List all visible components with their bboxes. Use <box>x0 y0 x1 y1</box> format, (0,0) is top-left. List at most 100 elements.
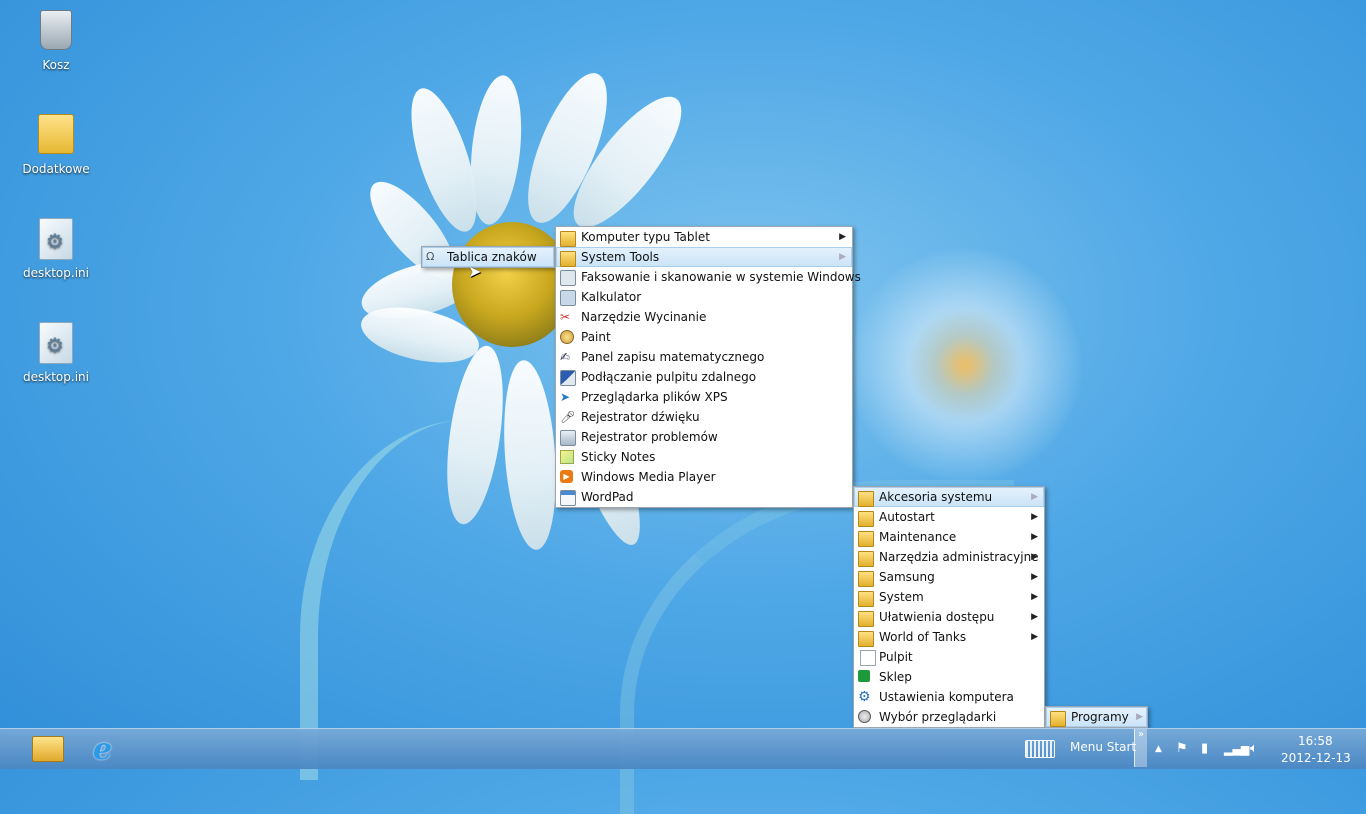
menu-item-label: System Tools <box>581 250 660 264</box>
menu-item-windows-media-player[interactable]: ▶ Windows Media Player <box>556 467 852 487</box>
action-center-flag-icon[interactable]: ⚑ <box>1176 741 1188 756</box>
menu-item-wybor-przegladarki[interactable]: Wybór przeglądarki <box>854 707 1044 727</box>
accessories-menu: Komputer typu Tablet ▶ System Tools ▶ Fa… <box>555 226 861 508</box>
network-signal-icon[interactable]: ▂▄▆ <box>1224 743 1249 756</box>
menu-item-narzedzia-administracyjne[interactable]: Narzędzia administracyjne ▶ <box>854 547 1044 567</box>
menu-item-label: Podłączanie pulpitu zdalnego <box>581 370 757 384</box>
submenu-arrow-icon: ▶ <box>1031 492 1038 502</box>
start-menu-chevron[interactable]: » <box>1134 729 1147 767</box>
start-menu-button[interactable]: Menu Start <box>1062 729 1144 767</box>
steps-recorder-icon <box>560 430 576 446</box>
system-tools-menu: Ω Tablica znaków <box>421 246 555 268</box>
taskbar-file-explorer-button[interactable] <box>18 731 74 767</box>
folder-icon <box>858 531 874 547</box>
programs-menu: Akcesoria systemu ▶ Autostart ▶ Maintena… <box>853 486 1045 728</box>
menu-item-sticky-notes[interactable]: Sticky Notes <box>556 447 852 467</box>
internet-explorer-icon: e <box>93 732 113 767</box>
power-icon[interactable]: ▮ <box>1201 741 1208 756</box>
menu-item-rejestrator-problemow[interactable]: Rejestrator problemów <box>556 427 852 447</box>
menu-item-programy[interactable]: Programy ▶ <box>1046 707 1147 727</box>
submenu-arrow-icon: ▶ <box>1031 572 1038 582</box>
menu-item-panel-zapisu[interactable]: ✍ Panel zapisu matematycznego <box>556 347 852 367</box>
menu-item-komputer-typu-tablet[interactable]: Komputer typu Tablet ▶ <box>556 227 852 247</box>
xps-viewer-icon: ➤ <box>560 390 571 404</box>
calculator-icon <box>560 290 576 306</box>
desktop-icon-label: desktop.ini <box>23 266 89 280</box>
menu-item-system[interactable]: System ▶ <box>854 587 1044 607</box>
desktop-icon-recycle-bin[interactable]: Kosz <box>16 8 96 72</box>
menu-item-faksowanie[interactable]: Faksowanie i skanowanie w systemie Windo… <box>556 267 861 287</box>
menu-item-label: Komputer typu Tablet <box>581 230 710 244</box>
desktop-icon-dodatkowe[interactable]: Dodatkowe <box>16 112 96 176</box>
start-root-menu: Programy ▶ <box>1045 706 1148 728</box>
show-hidden-icons-icon[interactable]: ▲ <box>1155 744 1162 754</box>
menu-item-label: Rejestrator problemów <box>581 430 718 444</box>
menu-item-label: Narzędzie Wycinanie <box>581 310 707 324</box>
menu-item-paint[interactable]: Paint <box>556 327 852 347</box>
menu-item-label: Tablica znaków <box>447 250 537 264</box>
menu-item-sklep[interactable]: Sklep <box>854 667 1044 687</box>
menu-item-wordpad[interactable]: WordPad <box>556 487 852 507</box>
folder-icon <box>858 551 874 567</box>
menu-item-label: Faksowanie i skanowanie w systemie Windo… <box>581 270 861 284</box>
menu-item-label: Pulpit <box>879 650 913 664</box>
menu-item-maintenance[interactable]: Maintenance ▶ <box>854 527 1044 547</box>
menu-item-samsung[interactable]: Samsung ▶ <box>854 567 1044 587</box>
gear-icon: ⚙ <box>858 689 871 705</box>
desktop-icon-desktop-ini[interactable]: desktop.ini <box>16 322 96 384</box>
clock-date[interactable]: 2012-12-13 <box>1281 751 1351 765</box>
folder-icon <box>1050 711 1066 727</box>
fax-icon <box>560 270 576 286</box>
menu-item-system-tools[interactable]: System Tools ▶ <box>556 247 852 267</box>
paint-icon <box>560 330 574 344</box>
menu-item-label: Windows Media Player <box>581 470 716 484</box>
submenu-arrow-icon: ▶ <box>839 232 846 242</box>
folder-icon <box>32 736 64 762</box>
desktop-icon-label: desktop.ini <box>23 370 89 384</box>
menu-item-akcesoria-systemu[interactable]: Akcesoria systemu ▶ <box>854 487 1044 507</box>
menu-item-tablica-znakow[interactable]: Ω Tablica znaków <box>422 247 554 267</box>
volume-icon[interactable]: 🔈︎ <box>1250 741 1258 756</box>
snipping-tool-icon: ✂ <box>560 310 571 324</box>
store-icon <box>858 670 870 682</box>
submenu-arrow-icon: ▶ <box>1031 552 1038 562</box>
submenu-arrow-icon: ▶ <box>1136 712 1143 722</box>
menu-item-kalkulator[interactable]: Kalkulator <box>556 287 852 307</box>
folder-icon <box>858 631 874 647</box>
menu-item-label: Sklep <box>879 670 912 684</box>
submenu-arrow-icon: ▶ <box>1031 632 1038 642</box>
menu-item-label: Sticky Notes <box>581 450 656 464</box>
globe-icon <box>858 710 871 723</box>
desktop-icon-desktop-ini[interactable]: desktop.ini <box>16 218 96 280</box>
folder-icon <box>858 611 874 627</box>
document-icon <box>860 650 876 666</box>
menu-item-label: Narzędzia administracyjne <box>879 550 1039 564</box>
menu-item-label: Panel zapisu matematycznego <box>581 350 765 364</box>
menu-item-ulatwienia-dostepu[interactable]: Ułatwienia dostępu ▶ <box>854 607 1044 627</box>
clock-time[interactable]: 16:58 <box>1298 734 1333 748</box>
menu-item-rejestrator-dzwieku[interactable]: 🎤︎ Rejestrator dźwięku <box>556 407 852 427</box>
menu-item-pulpit[interactable]: Pulpit <box>854 647 1044 667</box>
menu-item-label: Kalkulator <box>581 290 642 304</box>
math-input-icon: ✍ <box>560 350 571 364</box>
menu-item-autostart[interactable]: Autostart ▶ <box>854 507 1044 527</box>
remote-desktop-icon <box>560 370 576 386</box>
wordpad-icon <box>560 490 576 506</box>
menu-item-label: Wybór przeglądarki <box>879 710 997 724</box>
menu-item-ustawienia-komputera[interactable]: ⚙ Ustawienia komputera <box>854 687 1044 707</box>
menu-item-label: Samsung <box>879 570 935 584</box>
menu-item-label: Paint <box>581 330 611 344</box>
mouse-cursor-icon: ➤ <box>468 262 482 281</box>
wallpaper-blurred-flower <box>850 250 1080 480</box>
sticky-notes-icon <box>560 450 574 464</box>
submenu-arrow-icon: ▶ <box>1031 512 1038 522</box>
menu-item-narzedzie-wycinanie[interactable]: ✂ Narzędzie Wycinanie <box>556 307 852 327</box>
menu-item-world-of-tanks[interactable]: World of Tanks ▶ <box>854 627 1044 647</box>
menu-item-pulpit-zdalny[interactable]: Podłączanie pulpitu zdalnego <box>556 367 852 387</box>
menu-item-label: WordPad <box>581 490 634 504</box>
menu-item-xps[interactable]: ➤ Przeglądarka plików XPS <box>556 387 852 407</box>
folder-icon <box>560 251 576 267</box>
touch-keyboard-icon[interactable] <box>1025 740 1055 758</box>
settings-file-icon <box>36 322 76 366</box>
taskbar-internet-explorer-button[interactable]: e <box>80 731 136 767</box>
